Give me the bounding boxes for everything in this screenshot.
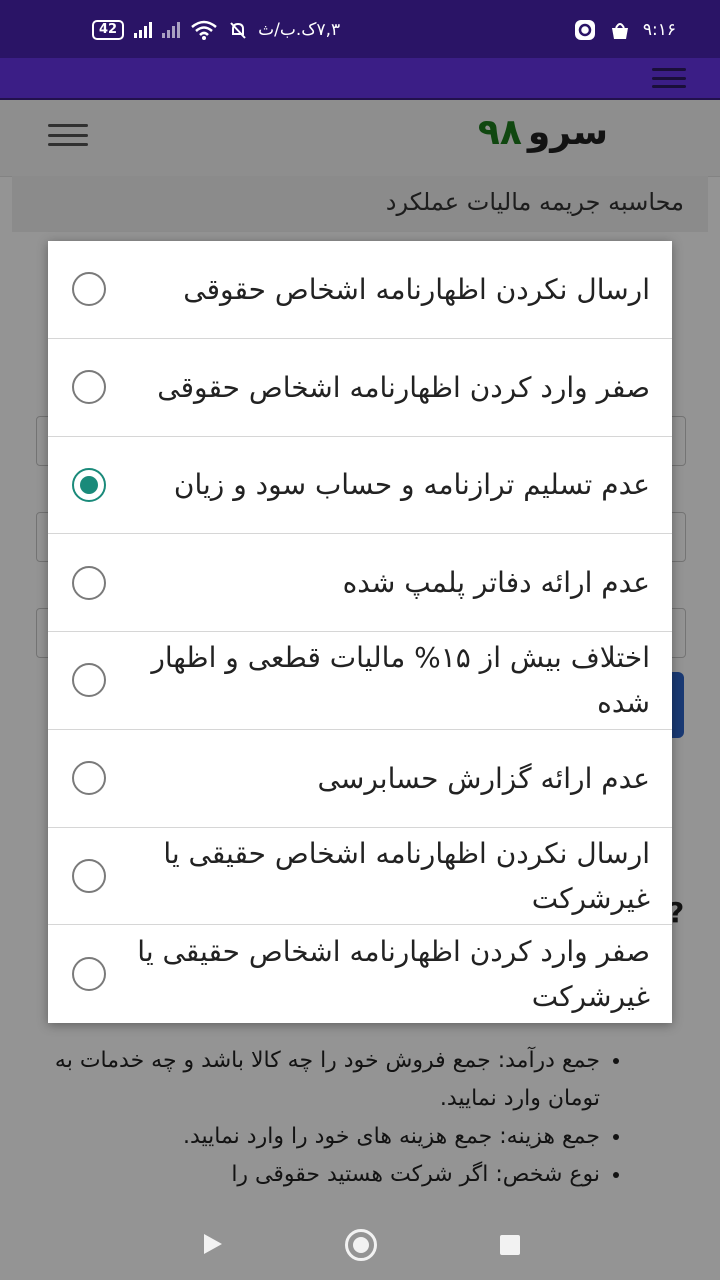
dialog-option[interactable]: صفر وارد کردن اظهارنامه اشخاص حقوقی <box>48 339 672 437</box>
wifi-icon <box>191 20 217 40</box>
dialog-option[interactable]: عدم ارائه گزارش حسابرسی <box>48 730 672 828</box>
option-label: عدم ارائه دفاتر پلمپ شده <box>342 566 650 600</box>
app-bar <box>0 58 720 100</box>
app-notification-icon <box>574 20 595 40</box>
status-right-group: ۹:۱۶ <box>573 18 676 42</box>
status-left-group: 42 ۷,۳ک.ب/ث <box>92 18 340 42</box>
option-label: ارسال نکردن اظهارنامه اشخاص حقیقی یا غیر… <box>163 836 650 915</box>
option-label: عدم تسلیم ترازنامه و حساب سود و زیان <box>173 468 650 502</box>
option-label: صفر وارد کردن اظهارنامه اشخاص حقیقی یا غ… <box>137 935 650 1014</box>
radio-button[interactable] <box>72 957 106 992</box>
radio-button[interactable] <box>72 858 106 893</box>
app-menu-icon[interactable] <box>652 68 686 88</box>
option-label: عدم ارائه گزارش حسابرسی <box>317 761 650 795</box>
mute-icon <box>230 22 246 39</box>
radio-button[interactable] <box>72 761 106 796</box>
signal-icon-2 <box>162 22 181 38</box>
network-speed: ۷,۳ک.ب/ث <box>258 20 341 40</box>
radio-button-checked[interactable] <box>72 467 106 502</box>
nav-back-icon[interactable] <box>204 1234 222 1254</box>
radio-button[interactable] <box>72 272 106 307</box>
radio-button[interactable] <box>72 565 106 600</box>
nav-recents-icon[interactable] <box>500 1235 520 1255</box>
shop-icon <box>611 23 628 39</box>
clock: ۹:۱۶ <box>642 20 676 40</box>
signal-icon <box>134 22 153 38</box>
option-label: ارسال نکردن اظهارنامه اشخاص حقوقی <box>183 272 650 306</box>
status-bar: 42 ۷,۳ک.ب/ث ۹:۱۶ <box>0 0 720 58</box>
dialog-option-selected[interactable]: عدم تسلیم ترازنامه و حساب سود و زیان <box>48 437 672 535</box>
dialog-option[interactable]: ارسال نکردن اظهارنامه اشخاص حقوقی <box>48 241 672 339</box>
dialog-option[interactable]: صفر وارد کردن اظهارنامه اشخاص حقیقی یا غ… <box>48 925 672 1023</box>
battery-icon: 42 <box>92 20 125 40</box>
nav-home-icon[interactable] <box>345 1229 377 1261</box>
option-label: اختلاف بیش از ۱۵% مالیات قطعی و اظهار شد… <box>151 641 650 720</box>
dialog-option[interactable]: ارسال نکردن اظهارنامه اشخاص حقیقی یا غیر… <box>48 828 672 926</box>
penalty-type-dialog: ارسال نکردن اظهارنامه اشخاص حقوقی صفر وا… <box>48 241 672 1023</box>
dialog-option[interactable]: عدم ارائه دفاتر پلمپ شده <box>48 534 672 632</box>
option-label: صفر وارد کردن اظهارنامه اشخاص حقوقی <box>157 370 650 404</box>
radio-button[interactable] <box>72 663 106 698</box>
dialog-option[interactable]: اختلاف بیش از ۱۵% مالیات قطعی و اظهار شد… <box>48 632 672 730</box>
radio-button[interactable] <box>72 370 106 405</box>
